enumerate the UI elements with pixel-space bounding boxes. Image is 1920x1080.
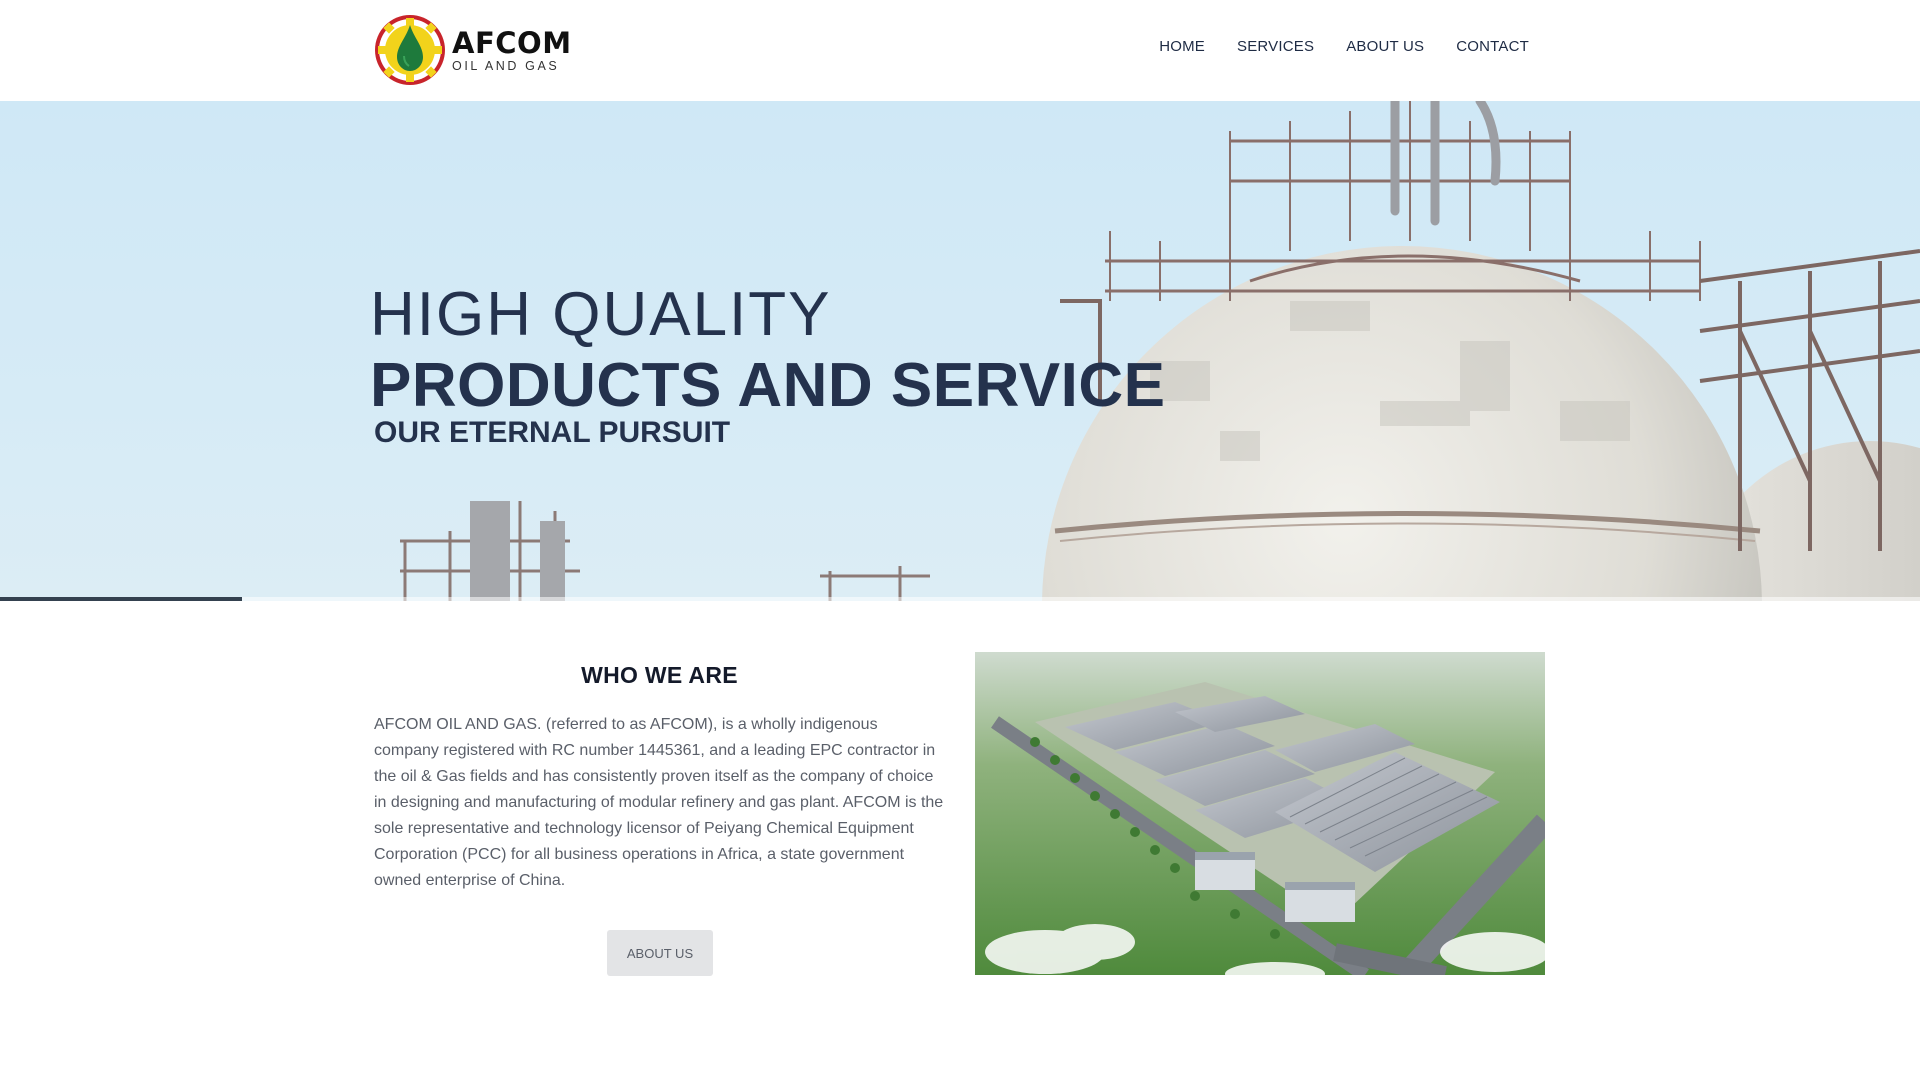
logo[interactable]: AFCOM OIL AND GAS	[373, 12, 572, 88]
slider-progress-track	[0, 597, 1920, 601]
who-we-are-heading: WHO WE ARE	[581, 662, 738, 688]
hero-slider[interactable]: HIGH QUALITY PRODUCTS AND SERVICE OUR ET…	[0, 101, 1920, 601]
site-header: AFCOM OIL AND GAS HOME SERVICES ABOUT US…	[0, 0, 1920, 102]
main-nav: HOME SERVICES ABOUT US CONTACT	[1159, 38, 1529, 55]
nav-home[interactable]: HOME	[1159, 38, 1205, 55]
nav-contact[interactable]: CONTACT	[1456, 38, 1529, 55]
brand-name: AFCOM	[452, 25, 572, 60]
hero-title-line-1: HIGH QUALITY	[370, 280, 832, 349]
factory-illustration	[975, 652, 1545, 975]
slider-progress-bar	[0, 597, 242, 601]
about-us-button[interactable]: ABOUT US	[607, 930, 713, 976]
nav-services[interactable]: SERVICES	[1237, 38, 1314, 55]
factory-aerial-image	[975, 652, 1545, 975]
hero-title-line-3: OUR ETERNAL PURSUIT	[374, 416, 731, 449]
who-we-are-text: AFCOM OIL AND GAS. (referred to as AFCOM…	[374, 716, 944, 889]
afcom-logo-icon	[375, 15, 445, 85]
nav-about-us[interactable]: ABOUT US	[1346, 38, 1424, 55]
brand-tagline: OIL AND GAS	[452, 58, 560, 73]
